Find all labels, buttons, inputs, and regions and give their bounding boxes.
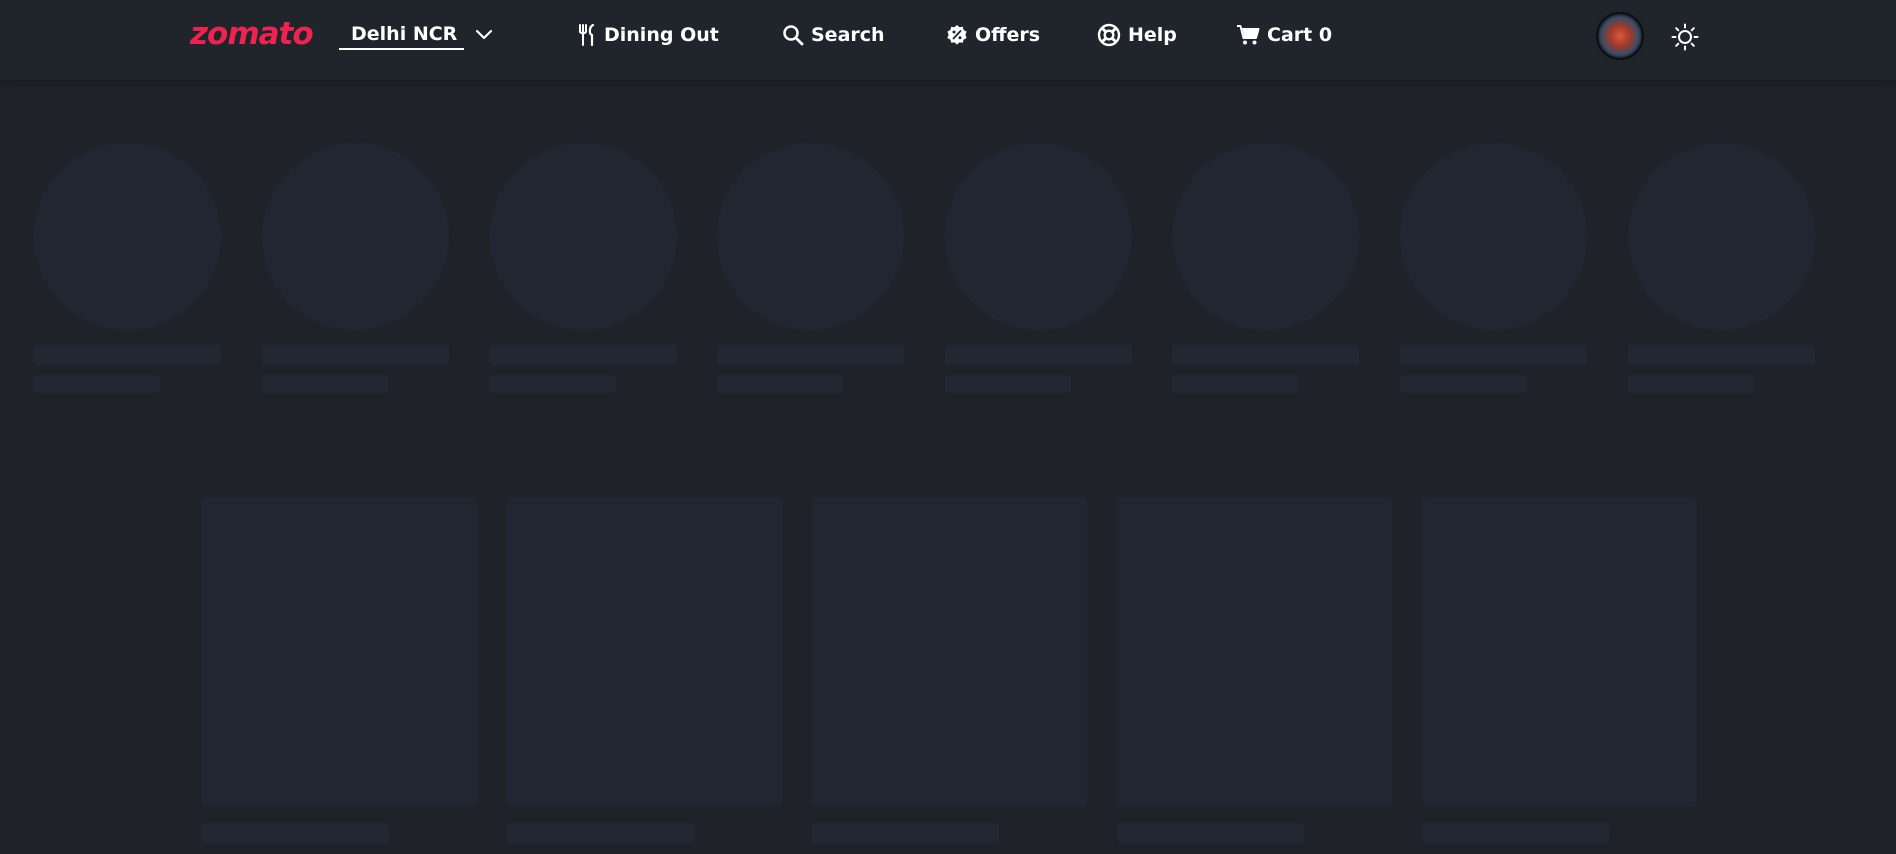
card-placeholder	[507, 497, 782, 806]
card-placeholder	[812, 497, 1087, 806]
zomato-logo[interactable]: zomato	[190, 16, 314, 52]
card-placeholder-title	[1422, 823, 1609, 843]
category-placeholder-subtitle	[1172, 375, 1298, 393]
nav-search-label: Search	[811, 24, 885, 46]
category-placeholder-title	[34, 345, 221, 365]
cart-icon	[1237, 25, 1260, 45]
category-placeholder-title	[1400, 345, 1587, 365]
offer-badge-icon	[947, 25, 967, 45]
category-placeholder-title	[1172, 345, 1359, 365]
category-placeholder-title	[945, 345, 1132, 365]
category-placeholder-title	[262, 345, 449, 365]
category-placeholder-subtitle	[1628, 375, 1754, 393]
category-placeholder-subtitle	[945, 375, 1071, 393]
location-selector[interactable]: Delhi NCR	[339, 18, 464, 50]
nav-offers[interactable]: Offers	[946, 20, 1040, 50]
nav-dining-out-label: Dining Out	[604, 24, 719, 46]
category-placeholder-title	[490, 345, 677, 365]
category-placeholder-circle	[1628, 143, 1815, 330]
chevron-down-icon[interactable]	[474, 24, 494, 44]
category-placeholder-circle	[262, 143, 449, 330]
card-placeholder	[1117, 497, 1392, 806]
card-placeholder-title	[1117, 823, 1304, 843]
category-placeholder-subtitle	[490, 375, 616, 393]
card-placeholder	[202, 497, 477, 806]
nav-cart[interactable]: Cart 0	[1236, 20, 1332, 50]
search-icon	[783, 25, 804, 46]
category-placeholder-circle	[1400, 143, 1587, 330]
top-navbar: zomato Delhi NCR Dining Out Search Offer…	[0, 0, 1896, 80]
nav-search[interactable]: Search	[782, 20, 885, 50]
card-placeholder-title	[507, 823, 694, 843]
category-placeholder-subtitle	[262, 375, 388, 393]
nav-help[interactable]: Help	[1097, 20, 1177, 50]
nav-cart-label: Cart 0	[1267, 24, 1333, 46]
sun-icon[interactable]	[1670, 22, 1700, 52]
category-placeholder-subtitle	[1400, 375, 1526, 393]
category-placeholder-circle	[717, 143, 904, 330]
category-placeholder-circle	[490, 143, 677, 330]
nav-help-label: Help	[1128, 24, 1177, 46]
card-placeholder-title	[812, 823, 999, 843]
category-placeholder-title	[1628, 345, 1815, 365]
category-placeholder-subtitle	[717, 375, 843, 393]
card-placeholder-title	[202, 823, 389, 843]
category-placeholder-title	[717, 345, 904, 365]
category-placeholder-subtitle	[34, 375, 160, 393]
nav-offers-label: Offers	[975, 24, 1041, 46]
location-label: Delhi NCR	[351, 23, 458, 45]
category-placeholder-circle	[1172, 143, 1359, 330]
nav-dining-out[interactable]: Dining Out	[577, 20, 719, 50]
avatar[interactable]	[1596, 12, 1644, 60]
lifebuoy-icon	[1097, 23, 1121, 47]
category-placeholder-circle	[945, 143, 1132, 330]
card-placeholder	[1422, 497, 1697, 806]
fork-knife-icon	[579, 24, 595, 46]
category-placeholder-circle	[34, 143, 221, 330]
